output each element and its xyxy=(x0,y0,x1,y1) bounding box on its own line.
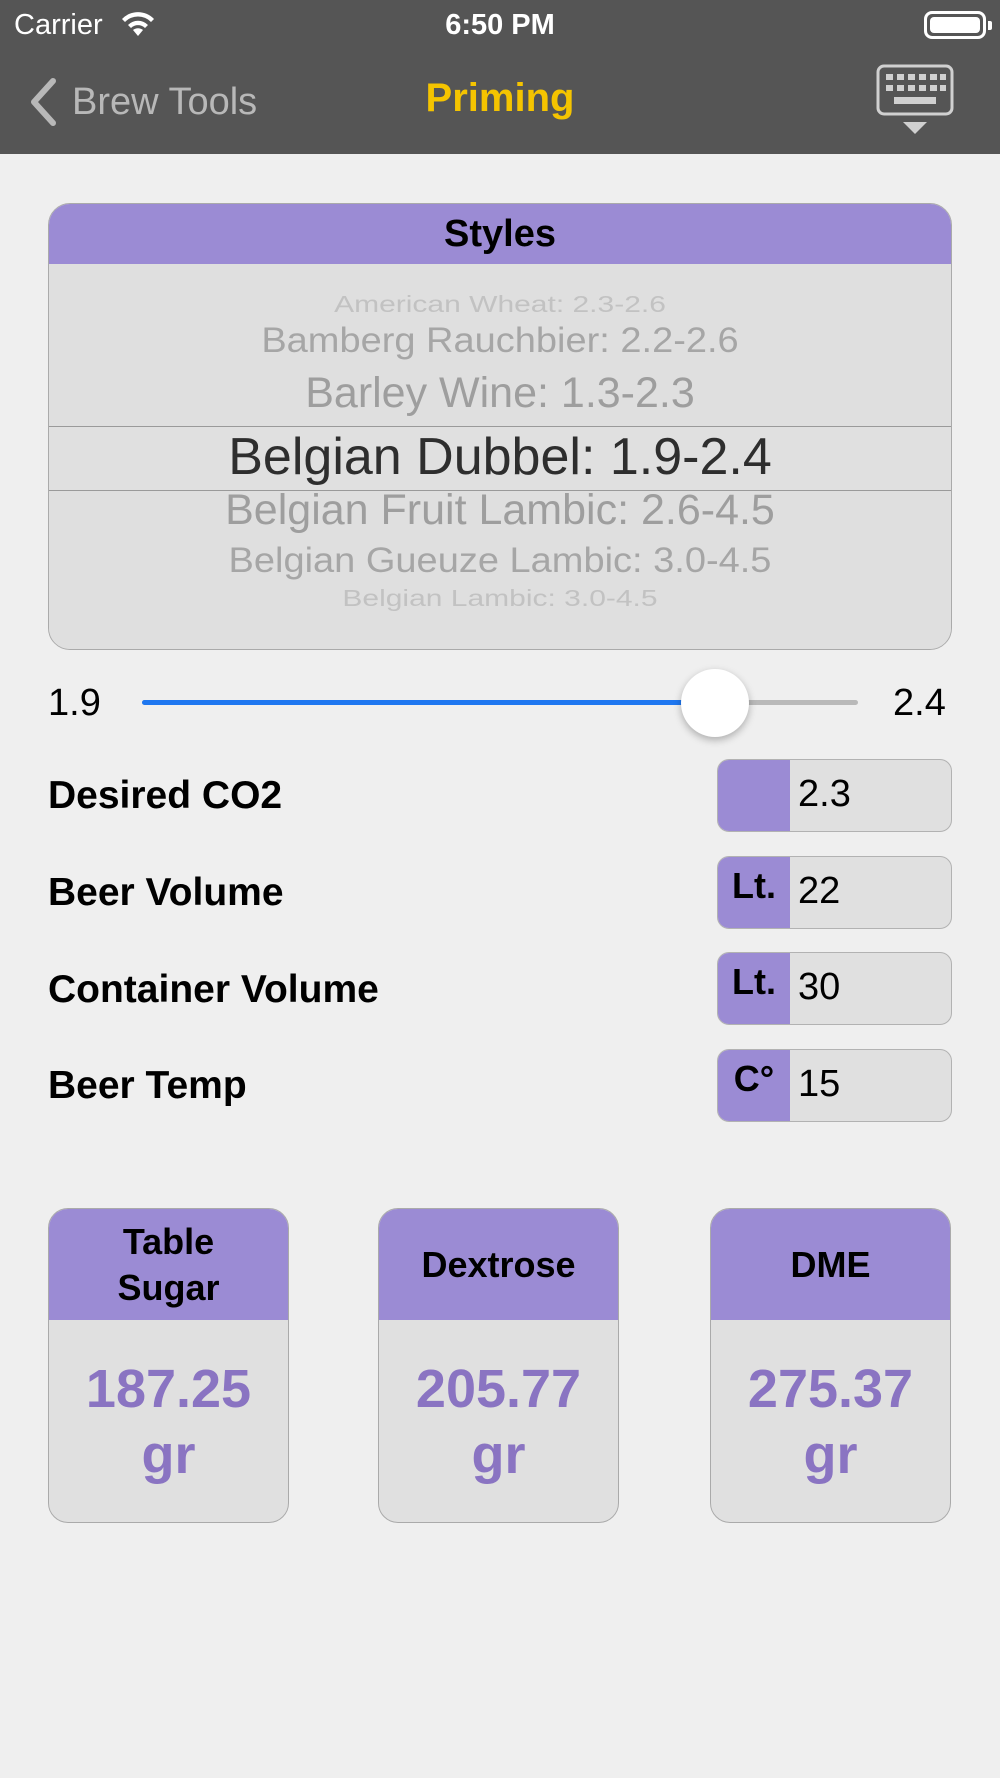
beer-temp-label: Beer Temp xyxy=(48,1064,247,1107)
beer-volume-field[interactable]: Lt. 22 xyxy=(717,856,952,929)
picker-row[interactable]: Barley Wine: 1.3-2.3 xyxy=(49,369,951,418)
field-unit: C° xyxy=(718,1050,790,1121)
keyboard-dismiss-icon[interactable] xyxy=(876,64,954,138)
table-sugar-card: Table Sugar 187.25 gr xyxy=(48,1208,289,1523)
field-value[interactable]: 22 xyxy=(790,857,840,928)
card-title: Dextrose xyxy=(379,1209,618,1320)
field-value[interactable]: 2.3 xyxy=(790,760,851,831)
page-title: Priming xyxy=(0,76,1000,121)
picker-row[interactable]: Bamberg Rauchbier: 2.2-2.6 xyxy=(49,322,951,362)
styles-header: Styles xyxy=(49,204,951,264)
field-value[interactable]: 15 xyxy=(790,1050,840,1121)
card-amount: 205.77 xyxy=(415,1359,582,1419)
styles-panel: Styles American Wheat: 2.3-2.6 Bamberg R… xyxy=(48,203,952,650)
card-title-line: Table xyxy=(122,1220,215,1262)
beer-volume-label: Beer Volume xyxy=(48,871,284,914)
card-amount: 275.37 xyxy=(747,1359,914,1419)
card-result: 205.77 gr xyxy=(379,1320,618,1488)
card-result: 187.25 gr xyxy=(49,1320,288,1488)
card-title-line: DME xyxy=(790,1243,871,1285)
card-unit: gr xyxy=(471,1425,526,1485)
slider-max-label: 2.4 xyxy=(893,682,946,724)
co2-slider[interactable] xyxy=(142,669,858,737)
status-bar: Carrier 6:50 PM xyxy=(0,0,1000,50)
dextrose-card: Dextrose 205.77 gr xyxy=(378,1208,619,1523)
card-title-line: Sugar xyxy=(117,1266,220,1308)
field-unit: Lt. xyxy=(718,857,790,928)
card-title-line: Dextrose xyxy=(421,1243,576,1285)
desired-co2-field[interactable]: 2.3 xyxy=(717,759,952,832)
container-volume-label: Container Volume xyxy=(48,968,379,1011)
card-amount: 187.25 xyxy=(85,1359,252,1419)
picker-row[interactable]: American Wheat: 2.3-2.6 xyxy=(49,292,951,319)
desired-co2-label: Desired CO2 xyxy=(48,774,283,817)
field-unit xyxy=(718,760,790,831)
page-title-text: Priming xyxy=(425,76,575,120)
battery-icon xyxy=(924,11,992,39)
card-result: 275.37 gr xyxy=(711,1320,950,1488)
picker-row[interactable]: Belgian Gueuze Lambic: 3.0-4.5 xyxy=(49,542,951,582)
card-title: Table Sugar xyxy=(49,1209,288,1320)
style-picker[interactable]: American Wheat: 2.3-2.6 Bamberg Rauchbie… xyxy=(49,264,951,649)
picker-row[interactable]: Belgian Fruit Lambic: 2.6-4.5 xyxy=(49,486,951,535)
card-title: DME xyxy=(711,1209,950,1320)
beer-temp-field[interactable]: C° 15 xyxy=(717,1049,952,1122)
slider-fill xyxy=(142,700,715,705)
slider-min-label: 1.9 xyxy=(48,682,101,724)
picker-row-selected[interactable]: Belgian Dubbel: 1.9-2.4 xyxy=(49,427,951,487)
field-value[interactable]: 30 xyxy=(790,953,840,1024)
dme-card: DME 275.37 gr xyxy=(710,1208,951,1523)
navigation-bar: Carrier 6:50 PM Brew Tools Priming xyxy=(0,0,1000,154)
picker-row[interactable]: Belgian Lambic: 3.0-4.5 xyxy=(49,586,951,613)
slider-thumb[interactable] xyxy=(680,669,749,737)
card-unit: gr xyxy=(141,1425,196,1485)
container-volume-field[interactable]: Lt. 30 xyxy=(717,952,952,1025)
clock-label: 6:50 PM xyxy=(445,9,555,41)
card-unit: gr xyxy=(803,1425,858,1485)
field-unit: Lt. xyxy=(718,953,790,1024)
